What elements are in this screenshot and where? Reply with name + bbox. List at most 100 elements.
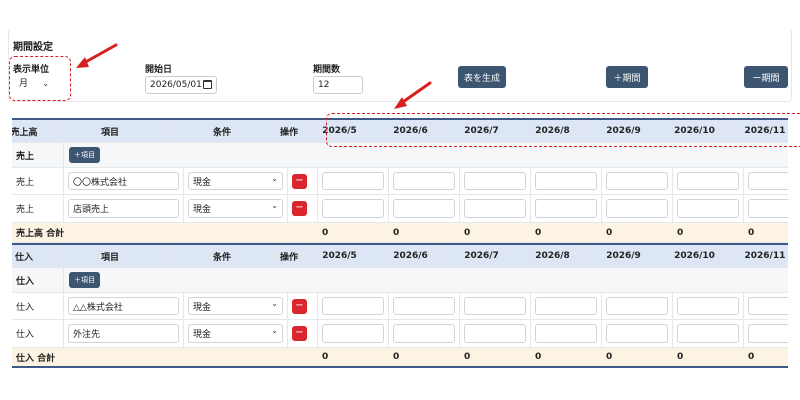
amount-input[interactable] (606, 199, 668, 218)
amount-input[interactable] (464, 199, 526, 218)
amount-cell (602, 293, 673, 319)
period-count-input[interactable]: 12 (313, 76, 363, 94)
amount-cell (744, 320, 788, 347)
amount-input[interactable] (393, 324, 455, 343)
chevron-down-icon: ⌄ (271, 174, 278, 183)
amount-input[interactable] (748, 172, 788, 190)
amount-input[interactable] (322, 172, 384, 190)
period-column-header: 2026/9 (589, 245, 660, 267)
action-cell: − (288, 320, 318, 347)
amount-input[interactable] (322, 199, 384, 218)
item-name-input[interactable]: 外注先 (68, 324, 179, 343)
amount-cell (318, 320, 389, 347)
amount-cell (318, 168, 389, 194)
amount-input[interactable] (677, 324, 739, 343)
amount-input[interactable] (322, 297, 384, 315)
unit-highlight-box (9, 56, 71, 101)
amount-cell (460, 320, 531, 347)
condition-value: 現金 (193, 302, 212, 313)
condition-select[interactable]: 現金 ⌄ (188, 297, 283, 315)
amount-input[interactable] (535, 172, 597, 190)
amount-input[interactable] (606, 324, 668, 343)
purchase-total-label: 仕入 合計 (16, 353, 56, 364)
condition-value: 現金 (193, 177, 212, 188)
amount-input[interactable] (748, 297, 788, 315)
chevron-down-icon: ⌄ (271, 326, 278, 335)
purchase-section-row: 仕入 ＋項目 (12, 268, 788, 293)
item-name-input[interactable]: 〇〇株式会社 (68, 172, 179, 190)
amount-input[interactable] (748, 199, 788, 218)
arrow-icon (394, 81, 432, 109)
add-purchase-item-button[interactable]: ＋項目 (69, 272, 100, 288)
condition-select[interactable]: 現金 ⌄ (188, 324, 283, 343)
amount-input[interactable] (393, 199, 455, 218)
sales-add-cell: ＋項目 (64, 143, 184, 167)
start-date-label: 開始日 (145, 65, 173, 75)
period-column-header: 2026/10 (660, 245, 731, 267)
delete-row-button[interactable]: − (292, 326, 307, 341)
action-cell: − (288, 195, 318, 222)
sales-total-value: 0 (393, 227, 400, 238)
table-row: 売上 〇〇株式会社 現金 ⌄ − (12, 168, 788, 195)
purchase-total-value: 0 (464, 352, 471, 362)
amount-input[interactable] (464, 172, 526, 190)
chevron-down-icon: ⌄ (271, 299, 278, 308)
amount-cell (744, 168, 788, 194)
sales-total-value: 0 (606, 227, 613, 238)
condition-value: 現金 (193, 330, 212, 340)
table-row: 仕入 外注先 現金 ⌄ − (12, 320, 788, 348)
amount-cell (531, 168, 602, 194)
sales-total-value: 0 (322, 227, 329, 238)
purchase-total-value: 0 (535, 352, 542, 362)
amount-cell (318, 293, 389, 319)
amount-cell (602, 320, 673, 347)
amount-input[interactable] (748, 324, 788, 343)
action-cell: − (288, 168, 318, 194)
amount-input[interactable] (393, 172, 455, 190)
condition-cell: 現金 ⌄ (184, 168, 288, 194)
condition-select[interactable]: 現金 ⌄ (188, 199, 283, 218)
add-sales-item-button[interactable]: ＋項目 (69, 147, 100, 163)
amount-cell (318, 195, 389, 222)
condition-cell: 現金 ⌄ (184, 320, 288, 347)
item-name-input[interactable]: △△株式会社 (68, 297, 179, 315)
amount-input[interactable] (322, 324, 384, 343)
condition-select[interactable]: 現金 ⌄ (188, 172, 283, 190)
amount-input[interactable] (606, 172, 668, 190)
amount-input[interactable] (677, 199, 739, 218)
sales-total-value: 0 (677, 227, 684, 238)
sales-section-label: 売上 (12, 143, 64, 167)
purchase-total-value: 0 (748, 352, 755, 362)
amount-input[interactable] (464, 324, 526, 343)
amount-input[interactable] (677, 172, 739, 190)
generate-table-button[interactable]: 表を生成 (458, 66, 506, 88)
delete-row-button[interactable]: − (292, 201, 307, 216)
condition-cell: 現金 ⌄ (184, 195, 288, 222)
amount-input[interactable] (677, 297, 739, 315)
sales-total-row: 売上高 合計 0 0 0 0 0 0 0 (12, 223, 788, 243)
amount-cell (602, 168, 673, 194)
start-date-input[interactable]: 2026/05/01 (145, 76, 217, 94)
sales-total-value: 0 (535, 227, 542, 238)
add-period-button[interactable]: ＋期間 (606, 66, 648, 88)
condition-column-header: 条件 (171, 245, 275, 267)
delete-row-button[interactable]: − (292, 298, 307, 314)
action-column-header: 操作 (275, 245, 305, 267)
amount-cell (460, 293, 531, 319)
amount-input[interactable] (535, 297, 597, 315)
condition-cell: 現金 ⌄ (184, 293, 288, 319)
amount-input[interactable] (393, 297, 455, 315)
delete-row-button[interactable]: − (292, 173, 307, 189)
item-name-input[interactable]: 店頭売上 (68, 199, 179, 218)
period-count-label: 期間数 (313, 65, 341, 75)
amount-cell (460, 195, 531, 222)
amount-input[interactable] (535, 199, 597, 218)
row-category: 売上 (12, 195, 64, 222)
table-row: 仕入 △△株式会社 現金 ⌄ − (12, 293, 788, 320)
amount-input[interactable] (535, 324, 597, 343)
amount-input[interactable] (464, 297, 526, 315)
amount-cell (460, 168, 531, 194)
remove-period-button[interactable]: ー期間 (744, 66, 788, 88)
amount-cell (389, 195, 460, 222)
amount-input[interactable] (606, 297, 668, 315)
